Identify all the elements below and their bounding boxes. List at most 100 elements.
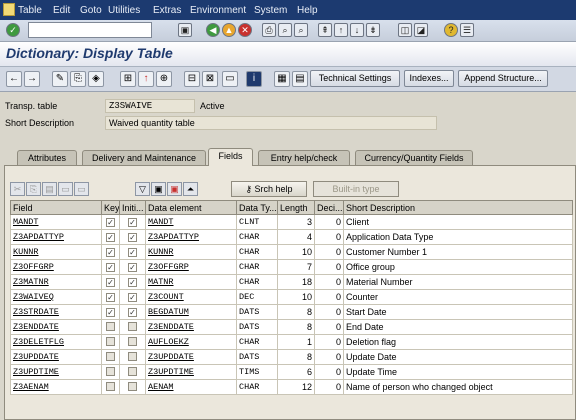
shortcut-icon[interactable]: ◪ <box>414 23 428 37</box>
column-header-data-type[interactable]: Data Ty... <box>236 200 278 215</box>
table-row[interactable]: Z3STRDATE ✓ ✓ BEGDATUM DATS 8 0 Start Date <box>10 304 573 320</box>
append-structure-button[interactable]: Append Structure... <box>458 70 548 87</box>
column-header-decimals[interactable]: Deci... <box>314 200 344 215</box>
data-element-cell[interactable]: Z3UPDTIME <box>145 364 237 380</box>
table-row[interactable]: Z3AENAM AENAM CHAR 12 0 Name of person who ch… <box>10 379 573 395</box>
initial-checkbox-box[interactable] <box>128 336 137 346</box>
table-row[interactable]: Z3MATNR ✓ ✓ MATNR CHAR 18 0 Material Number <box>10 274 573 290</box>
data-element-cell[interactable]: Z3UPDDATE <box>145 349 237 365</box>
key-checkbox-box[interactable]: ✓ <box>106 263 115 272</box>
initial-checkbox-box[interactable]: ✓ <box>128 248 137 257</box>
activate-icon[interactable]: ↑ <box>138 71 154 87</box>
column-header-field[interactable]: Field <box>10 200 102 215</box>
navigation-icon[interactable]: ⊠ <box>202 71 218 87</box>
field-name-cell[interactable]: Z3DELETFLG <box>10 334 102 350</box>
object-list-icon[interactable]: ⊟ <box>184 71 200 87</box>
key-checkbox-box[interactable] <box>106 321 115 331</box>
previous-page-icon[interactable]: ↑ <box>334 23 348 37</box>
field-name-cell[interactable]: KUNNR <box>10 244 102 260</box>
field-name-cell[interactable]: Z3ENDDATE <box>10 319 102 335</box>
table-row[interactable]: KUNNR ✓ ✓ KUNNR CHAR 10 0 Customer Number 1 <box>10 244 573 260</box>
indexes-button[interactable]: Indexes... <box>404 70 454 87</box>
table-row[interactable]: MANDT ✓ ✓ MANDT CLNT 3 0 Client <box>10 214 573 230</box>
copy-icon[interactable]: ⎘ <box>26 182 41 196</box>
tab-delivery-and-maintenance[interactable]: Delivery and Maintenance <box>82 150 206 165</box>
hierarchy-icon[interactable]: ⊕ <box>156 71 172 87</box>
field-name-cell[interactable]: Z3AENAM <box>10 379 102 395</box>
menu-table[interactable]: Table <box>18 5 42 16</box>
initial-checkbox-box[interactable]: ✓ <box>128 293 137 302</box>
display-change-icon[interactable]: ✎ <box>52 71 68 87</box>
paste-icon[interactable]: ▤ <box>42 182 57 196</box>
find-next-icon[interactable]: ⌕ <box>294 23 308 37</box>
key-checkbox-box[interactable]: ✓ <box>106 308 115 317</box>
menu-system[interactable]: System <box>254 5 287 16</box>
find-icon[interactable]: ⌕ <box>278 23 292 37</box>
deselect-all-icon[interactable]: ▣ <box>167 182 182 196</box>
initial-checkbox-box[interactable]: ✓ <box>128 278 137 287</box>
table-row[interactable]: Z3WAIVEQ ✓ ✓ Z3COUNT DEC 10 0 Counter <box>10 289 573 305</box>
table-row[interactable]: Z3APDATTYP ✓ ✓ Z3APDATTYP CHAR 4 0 Application … <box>10 229 573 245</box>
tab-currency-quantity-fields[interactable]: Currency/Quantity Fields <box>355 150 473 165</box>
filter-icon[interactable]: ▽ <box>135 182 150 196</box>
data-element-cell[interactable]: BEGDATUM <box>145 304 237 320</box>
tab-fields[interactable]: Fields <box>208 148 253 166</box>
forward-arrow-icon[interactable]: → <box>24 71 40 87</box>
delete-row-icon[interactable]: ▭ <box>74 182 89 196</box>
built-in-type-button[interactable]: Built-in type <box>313 181 399 197</box>
other-object-icon[interactable]: ⎘ <box>70 71 86 87</box>
menu-extras[interactable]: Extras <box>153 5 181 16</box>
initial-checkbox-box[interactable] <box>128 351 137 361</box>
data-element-cell[interactable]: KUNNR <box>145 244 237 260</box>
menu-environment[interactable]: Environment <box>190 5 246 16</box>
column-header-key[interactable]: Key <box>101 200 120 215</box>
field-name-cell[interactable]: Z3STRDATE <box>10 304 102 320</box>
data-element-cell[interactable]: AUFLOEKZ <box>145 334 237 350</box>
initial-checkbox-box[interactable]: ✓ <box>128 308 137 317</box>
search-help-button[interactable]: ⚷ Srch help <box>231 181 307 197</box>
back-arrow-icon[interactable]: ← <box>6 71 22 87</box>
menu-utilities[interactable]: Utilities <box>108 5 140 16</box>
key-checkbox-box[interactable] <box>106 381 115 391</box>
print-icon[interactable]: ⎙ <box>262 23 276 37</box>
data-element-cell[interactable]: Z3OFFGRP <box>145 259 237 275</box>
short-description-field[interactable]: Waived quantity table <box>105 116 437 130</box>
table-row[interactable]: Z3ENDDATE Z3ENDDATE DATS 8 0 End Date <box>10 319 573 335</box>
initial-checkbox-box[interactable] <box>128 381 137 391</box>
select-all-icon[interactable]: ▣ <box>151 182 166 196</box>
key-checkbox-box[interactable] <box>106 366 115 376</box>
key-checkbox-box[interactable]: ✓ <box>106 293 115 302</box>
initial-checkbox-box[interactable] <box>128 321 137 331</box>
graphic-icon[interactable]: ▦ <box>274 71 290 87</box>
column-header-data-element[interactable]: Data element <box>145 200 237 215</box>
initial-checkbox-box[interactable] <box>128 366 137 376</box>
cut-icon[interactable]: ✂ <box>10 182 25 196</box>
key-checkbox-box[interactable]: ✓ <box>106 248 115 257</box>
field-name-cell[interactable]: Z3MATNR <box>10 274 102 290</box>
data-element-cell[interactable]: Z3APDATTYP <box>145 229 237 245</box>
column-header-short-description[interactable]: Short Description <box>343 200 573 215</box>
help-icon[interactable]: ? <box>444 23 458 37</box>
field-name-cell[interactable]: Z3UPDTIME <box>10 364 102 380</box>
where-used-icon[interactable]: ⊞ <box>120 71 136 87</box>
last-page-icon[interactable]: ⇟ <box>366 23 380 37</box>
command-field[interactable] <box>28 22 152 38</box>
data-element-cell[interactable]: MANDT <box>145 214 237 230</box>
save-icon[interactable]: ▣ <box>178 23 192 37</box>
menu-edit[interactable]: Edit <box>53 5 70 16</box>
field-name-cell[interactable]: MANDT <box>10 214 102 230</box>
field-name-cell[interactable]: Z3UPDDATE <box>10 349 102 365</box>
data-element-cell[interactable]: Z3COUNT <box>145 289 237 305</box>
menu-goto[interactable]: Goto <box>80 5 102 16</box>
exit-icon[interactable]: ▲ <box>222 23 236 37</box>
insert-row-icon[interactable]: ▭ <box>58 182 73 196</box>
field-name-cell[interactable]: Z3APDATTYP <box>10 229 102 245</box>
column-header-length[interactable]: Length <box>277 200 315 215</box>
transp-table-field[interactable]: Z3SWAIVE <box>105 99 195 113</box>
table-row[interactable]: Z3UPDTIME Z3UPDTIME TIMS 6 0 Update Time <box>10 364 573 380</box>
initial-checkbox-box[interactable]: ✓ <box>128 263 137 272</box>
contents-icon[interactable]: ▤ <box>292 71 308 87</box>
field-name-cell[interactable]: Z3OFFGRP <box>10 259 102 275</box>
initial-checkbox-box[interactable]: ✓ <box>128 233 137 242</box>
field-name-cell[interactable]: Z3WAIVEQ <box>10 289 102 305</box>
